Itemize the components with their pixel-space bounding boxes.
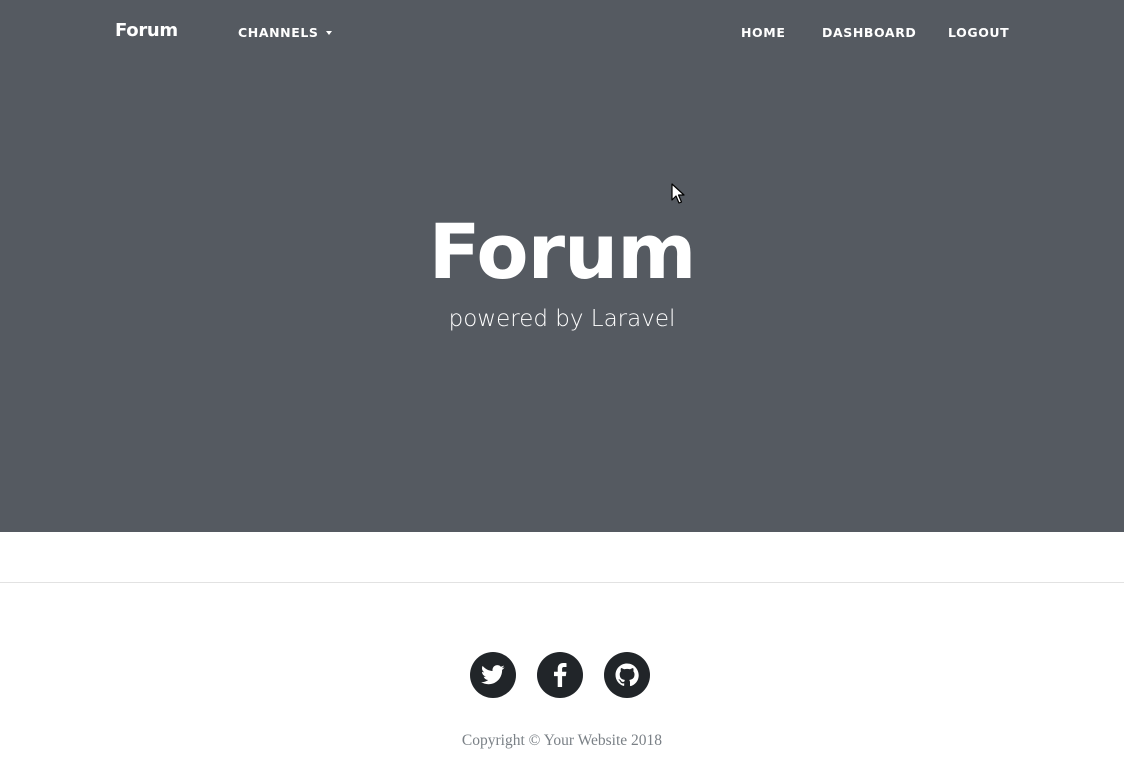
nav-home-link[interactable]: HOME (741, 25, 785, 40)
hero-title: Forum (428, 207, 697, 296)
footer-divider (0, 582, 1124, 583)
twitter-link[interactable] (470, 652, 516, 698)
caret-down-icon (325, 31, 332, 35)
nav-dashboard-link[interactable]: DASHBOARD (822, 25, 916, 40)
nav-logout-link[interactable]: LOGOUT (948, 25, 1009, 40)
facebook-link[interactable] (537, 652, 583, 698)
channels-label: CHANNELS (238, 25, 319, 40)
github-link[interactable] (604, 652, 650, 698)
navbar: Forum CHANNELS HOME DASHBOARD LOGOUT (0, 0, 1124, 64)
github-icon (615, 663, 639, 687)
twitter-icon (481, 665, 505, 685)
mouse-cursor-icon (671, 183, 685, 204)
channels-dropdown[interactable]: CHANNELS (238, 25, 332, 40)
hero-subtitle: powered by Laravel (448, 306, 676, 332)
hero-section: Forum CHANNELS HOME DASHBOARD LOGOUT For… (0, 0, 1124, 532)
facebook-icon (554, 663, 567, 687)
brand-logo[interactable]: Forum (115, 20, 178, 41)
copyright-text: Copyright © Your Website 2018 (461, 732, 663, 749)
